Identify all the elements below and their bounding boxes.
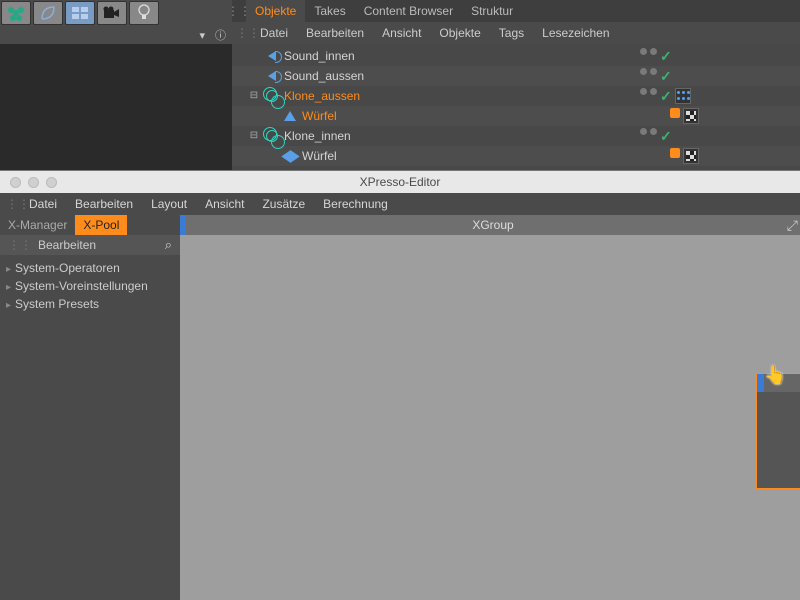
node-title[interactable]: Klone_aussen	[757, 374, 800, 392]
object-row[interactable]: ⊟ Klone_innen✓	[232, 126, 800, 146]
plugins-icon[interactable]	[1, 1, 31, 25]
xpresso-sidebar: X-Manager X-Pool ⋮⋮ Bearbeiten ⌕ System-O…	[0, 215, 180, 600]
grip-icon[interactable]: ⋮⋮	[232, 0, 246, 22]
xpresso-canvas[interactable]: XGroup ⤢ Klone_aussen 👆	[180, 215, 800, 600]
tab-takes[interactable]: Takes	[305, 0, 354, 22]
sidebar-tree: System-Operatoren System-Voreinstellunge…	[0, 255, 180, 317]
tag-column	[640, 148, 800, 164]
object-manager-tabs: ⋮⋮ Objekte Takes Content Browser Struktu…	[232, 0, 800, 22]
menu-objekte[interactable]: Objekte	[431, 23, 488, 43]
tree-system-operatoren[interactable]: System-Operatoren	[6, 259, 174, 277]
canvas-title: XGroup	[472, 218, 513, 232]
cube-icon	[282, 148, 298, 164]
expander-icon[interactable]: ⊟	[248, 90, 260, 102]
sidebar-toolbar: ⋮⋮ Bearbeiten ⌕	[0, 235, 180, 255]
xmenu-datei[interactable]: Datei	[20, 194, 66, 214]
xmenu-ansicht[interactable]: Ansicht	[196, 194, 253, 214]
object-row[interactable]: Würfel	[232, 106, 800, 126]
sidebar-tabs: X-Manager X-Pool	[0, 215, 180, 235]
dropdown-icon[interactable]: ▾	[199, 29, 205, 42]
tree-system-voreinstellungen[interactable]: System-Voreinstellungen	[6, 277, 174, 295]
camera-icon[interactable]	[97, 1, 127, 25]
expander-icon[interactable]	[248, 70, 260, 82]
viewport-panel[interactable]	[0, 44, 232, 170]
tab-content-browser[interactable]: Content Browser	[355, 0, 462, 22]
object-row[interactable]: Sound_innen✓	[232, 46, 800, 66]
menu-tags[interactable]: Tags	[491, 23, 532, 43]
object-name[interactable]: Würfel	[302, 109, 640, 123]
secondary-toolbar: ▾ ⓘ	[0, 26, 232, 44]
expander-icon[interactable]: ⊟	[248, 130, 260, 142]
clone-icon	[264, 88, 280, 104]
xmenu-berechnung[interactable]: Berechnung	[314, 194, 397, 214]
tag-column: ✓	[640, 48, 800, 65]
object-name[interactable]: Klone_aussen	[284, 89, 640, 103]
speaker-icon	[264, 68, 280, 84]
tab-objekte[interactable]: Objekte	[246, 0, 305, 22]
object-manager-menu: ⋮⋮ Datei Bearbeiten Ansicht Objekte Tags…	[232, 22, 800, 44]
speaker-icon	[264, 48, 280, 64]
sidebar-edit-label[interactable]: Bearbeiten	[38, 238, 96, 252]
tag-column: ✓	[640, 88, 800, 105]
object-name[interactable]: Sound_aussen	[284, 69, 640, 83]
menu-lesezeichen[interactable]: Lesezeichen	[534, 23, 617, 43]
object-name[interactable]: Klone_innen	[284, 129, 640, 143]
info-icon[interactable]: ⓘ	[215, 27, 226, 43]
grip-icon[interactable]: ⋮⋮	[6, 197, 20, 211]
clone-icon	[264, 128, 280, 144]
window-titlebar[interactable]: XPresso-Editor	[0, 171, 800, 193]
search-icon[interactable]: ⌕	[165, 237, 172, 253]
xmenu-zusaetze[interactable]: Zusätze	[253, 194, 314, 214]
grid-view-icon[interactable]	[65, 1, 95, 25]
xpresso-node[interactable]: Klone_aussen	[756, 373, 800, 489]
grip-icon[interactable]: ⋮⋮	[8, 238, 32, 252]
tab-x-manager[interactable]: X-Manager	[0, 215, 75, 235]
tag-column: ✓	[640, 68, 800, 85]
object-name[interactable]: Sound_innen	[284, 49, 640, 63]
cone-icon	[282, 108, 298, 124]
expander-icon[interactable]	[248, 50, 260, 62]
menu-bearbeiten[interactable]: Bearbeiten	[298, 23, 372, 43]
expand-icon[interactable]: ⤢	[787, 217, 798, 234]
main-toolbar	[0, 0, 232, 26]
tag-column: ✓	[640, 128, 800, 145]
menu-ansicht[interactable]: Ansicht	[374, 23, 429, 43]
object-row[interactable]: Sound_aussen✓	[232, 66, 800, 86]
expander-icon[interactable]	[266, 110, 278, 122]
tag-column	[640, 108, 800, 124]
grip-icon[interactable]: ⋮⋮	[236, 26, 250, 40]
tab-x-pool[interactable]: X-Pool	[75, 215, 127, 235]
tree-system-presets[interactable]: System Presets	[6, 295, 174, 313]
menu-datei[interactable]: Datei	[252, 23, 296, 43]
window-title: XPresso-Editor	[0, 175, 800, 189]
xmenu-bearbeiten[interactable]: Bearbeiten	[66, 194, 142, 214]
canvas-header[interactable]: XGroup ⤢	[180, 215, 800, 235]
xpresso-menubar: ⋮⋮ Datei Bearbeiten Layout Ansicht Zusät…	[0, 193, 800, 215]
object-row[interactable]: ⊟ Klone_aussen✓	[232, 86, 800, 106]
object-row[interactable]: Würfel	[232, 146, 800, 166]
xmenu-layout[interactable]: Layout	[142, 194, 196, 214]
object-manager-panel: ⋮⋮ Objekte Takes Content Browser Struktu…	[232, 0, 800, 170]
leaf-icon[interactable]	[33, 1, 63, 25]
xpresso-window: XPresso-Editor ⋮⋮ Datei Bearbeiten Layou…	[0, 170, 800, 600]
object-name[interactable]: Würfel	[302, 149, 640, 163]
tab-struktur[interactable]: Struktur	[462, 0, 522, 22]
lightbulb-icon[interactable]	[129, 1, 159, 25]
expander-icon[interactable]	[266, 150, 278, 162]
object-tree[interactable]: Sound_innen✓Sound_aussen✓⊟Klone_aussen✓W…	[232, 44, 800, 168]
